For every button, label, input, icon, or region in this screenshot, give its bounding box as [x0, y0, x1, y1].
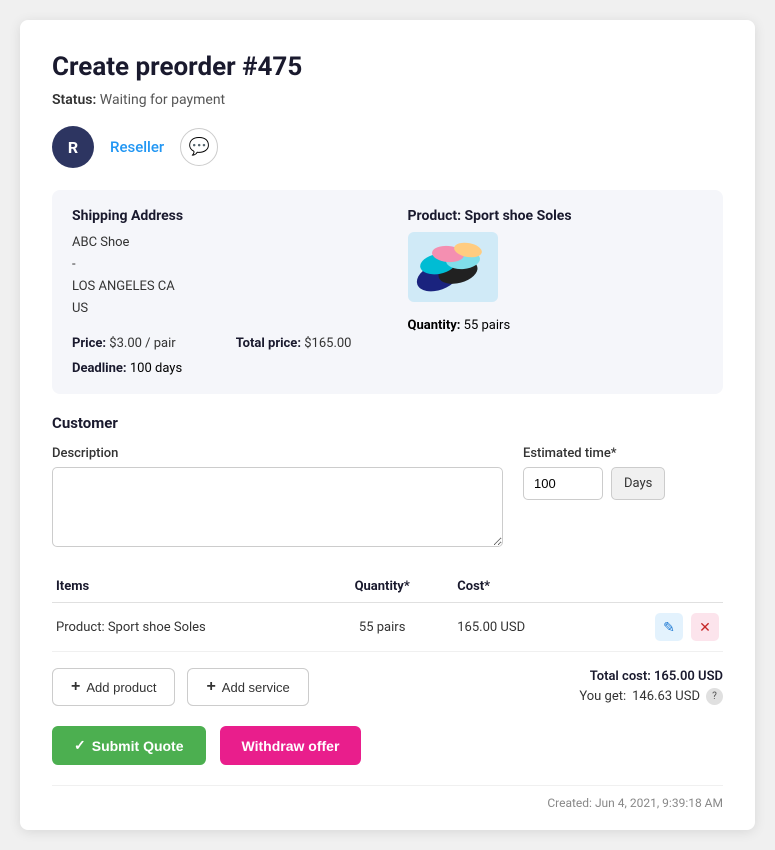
col-items: Items: [52, 571, 327, 603]
estimated-time-wrapper: Estimated time* Days: [523, 446, 723, 500]
status-row: Status: Waiting for payment: [52, 92, 723, 108]
check-icon: ✓: [74, 737, 86, 754]
item-quantity: 55 pairs: [327, 603, 437, 652]
customer-section: Customer Description Estimated time* Day…: [52, 414, 723, 551]
product-label: Product: Sport shoe Soles: [408, 208, 572, 224]
bottom-actions-row: + Add product + Add service Total cost: …: [52, 668, 723, 726]
product-section: Product: Sport shoe Soles Quantity: 55 p…: [388, 208, 704, 376]
col-cost: Cost*: [437, 571, 597, 603]
info-card: Shipping Address ABC Shoe - LOS ANGELES …: [52, 190, 723, 394]
estimated-time-label: Estimated time*: [523, 446, 723, 461]
form-grid: Description Estimated time* Days: [52, 446, 723, 551]
description-textarea[interactable]: [52, 467, 503, 547]
days-label: Days: [611, 467, 665, 500]
add-product-label: Add product: [86, 680, 156, 695]
total-cost-label: Total cost:: [590, 669, 651, 684]
you-get-label: You get:: [579, 689, 626, 704]
company-name: ABC Shoe: [72, 232, 368, 254]
info-symbol: ?: [712, 691, 717, 702]
customer-title: Customer: [52, 414, 723, 432]
description-label: Description: [52, 446, 503, 461]
price-label: Price:: [72, 336, 106, 351]
total-price-item: Total price: $165.00: [236, 336, 352, 351]
quantity-label: Quantity:: [408, 318, 461, 333]
user-row: R Reseller 💬: [52, 126, 723, 168]
page-container: Create preorder #475 Status: Waiting for…: [20, 20, 755, 830]
address-text: ABC Shoe - LOS ANGELES CA US: [72, 232, 368, 320]
city-state: LOS ANGELES CA: [72, 276, 368, 298]
row-actions-cell: ✎ ✕: [597, 603, 723, 652]
created-label: Created: Jun 4, 2021, 9:39:18 AM: [547, 796, 723, 810]
add-buttons-row: + Add product + Add service: [52, 668, 309, 706]
total-cost-value: 165.00 USD: [654, 669, 723, 684]
price-row: Price: $3.00 / pair Total price: $165.00: [72, 336, 368, 351]
you-get-value: 146.63 USD: [632, 689, 700, 704]
status-value: Waiting for payment: [100, 92, 225, 108]
total-cost-row: Total cost: 165.00 USD: [579, 669, 723, 684]
edit-item-button[interactable]: ✎: [655, 613, 683, 641]
country: US: [72, 298, 368, 320]
table-row: Product: Sport shoe Soles 55 pairs 165.0…: [52, 603, 723, 652]
items-table: Items Quantity* Cost* Product: Sport sho…: [52, 571, 723, 652]
price-value: $3.00 / pair: [109, 336, 175, 351]
address-dash: -: [72, 254, 368, 276]
plus-icon-service: +: [206, 678, 215, 696]
delete-item-button[interactable]: ✕: [691, 613, 719, 641]
page-title: Create preorder #475: [52, 52, 723, 82]
plus-icon-product: +: [71, 678, 80, 696]
withdraw-offer-label: Withdraw offer: [242, 738, 340, 754]
total-price-label: Total price:: [236, 336, 301, 351]
quantity-value: 55 pairs: [464, 318, 510, 333]
submit-quote-button[interactable]: ✓ Submit Quote: [52, 726, 206, 765]
description-field-wrapper: Description: [52, 446, 503, 551]
price-item: Price: $3.00 / pair: [72, 336, 176, 351]
deadline-value: 100 days: [130, 361, 182, 376]
submit-quote-label: Submit Quote: [92, 738, 184, 754]
quantity-row: Quantity: 55 pairs: [408, 318, 511, 333]
action-buttons: ✓ Submit Quote Withdraw offer: [52, 726, 723, 765]
withdraw-offer-button[interactable]: Withdraw offer: [220, 726, 362, 765]
item-cost: 165.00 USD: [437, 603, 597, 652]
estimated-time-input[interactable]: [523, 467, 603, 500]
add-service-button[interactable]: + Add service: [187, 668, 308, 706]
shipping-section: Shipping Address ABC Shoe - LOS ANGELES …: [72, 208, 388, 376]
status-label: Status:: [52, 92, 96, 108]
shipping-label: Shipping Address: [72, 208, 368, 224]
total-price-value: $165.00: [304, 336, 351, 351]
totals-area: Total cost: 165.00 USD You get: 146.63 U…: [579, 669, 723, 705]
reseller-link[interactable]: Reseller: [110, 138, 164, 156]
product-image: [408, 232, 498, 302]
chat-button[interactable]: 💬: [180, 128, 218, 166]
deadline-row: Deadline: 100 days: [72, 361, 368, 376]
add-product-button[interactable]: + Add product: [52, 668, 175, 706]
col-quantity: Quantity*: [327, 571, 437, 603]
est-time-input-row: Days: [523, 467, 723, 500]
avatar: R: [52, 126, 94, 168]
info-icon[interactable]: ?: [706, 688, 723, 705]
chat-icon: 💬: [189, 137, 210, 157]
you-get-row: You get: 146.63 USD ?: [579, 688, 723, 705]
item-name: Product: Sport shoe Soles: [52, 603, 327, 652]
add-service-label: Add service: [222, 680, 290, 695]
deadline-label: Deadline:: [72, 361, 127, 376]
